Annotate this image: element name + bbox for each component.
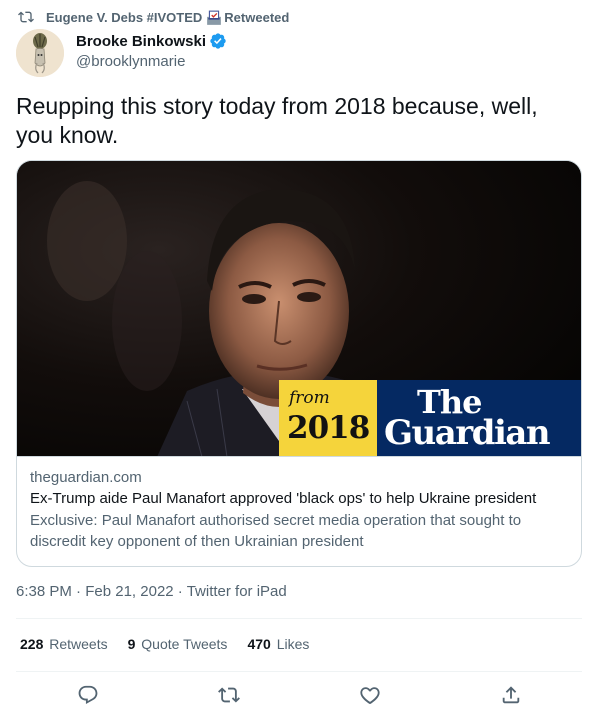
meta-separator: · xyxy=(177,583,183,600)
retweet-attribution: Eugene V. Debs #IVOTED Retweeted xyxy=(18,8,289,26)
share-button[interactable] xyxy=(498,682,524,708)
reply-icon xyxy=(78,685,98,705)
guardian-logo: The Guardian xyxy=(377,380,581,456)
divider xyxy=(16,618,582,619)
tweet-text: Reupping this story today from 2018 beca… xyxy=(16,93,538,148)
like-icon xyxy=(360,687,380,705)
from-year-badge: from 2018 xyxy=(279,380,377,456)
ballot-box-icon xyxy=(206,10,222,25)
avatar[interactable] xyxy=(16,29,64,77)
retweeted-label: Retweeted xyxy=(224,9,290,25)
retweets-count: 228 xyxy=(20,636,44,652)
tweet-date[interactable]: Feb 21, 2022 xyxy=(85,583,173,600)
retweets-stat[interactable]: 228 Retweets xyxy=(20,636,108,652)
quote-tweets-stat[interactable]: 9 Quote Tweets xyxy=(128,636,228,652)
author-display-name[interactable]: Brooke Binkowski xyxy=(76,32,227,50)
action-bar xyxy=(0,682,598,708)
tweet-author: Brooke Binkowski @brooklynmarie xyxy=(16,29,227,77)
quotes-label: Quote Tweets xyxy=(141,636,228,652)
meta-separator: · xyxy=(76,583,82,600)
author-handle[interactable]: @brooklynmarie xyxy=(76,53,227,70)
share-icon xyxy=(502,686,520,704)
retweeter-name-prefix[interactable]: Eugene V. Debs #IVOTED xyxy=(46,10,202,25)
retweet-icon xyxy=(18,11,34,23)
from-label: from xyxy=(289,388,330,408)
likes-label: Likes xyxy=(276,636,310,652)
link-preview-card[interactable]: from 2018 The Guardian theguardian.com E… xyxy=(16,160,582,567)
card-description: Exclusive: Paul Manafort authorised secr… xyxy=(30,512,522,550)
year-label: 2018 xyxy=(287,410,370,446)
card-image[interactable]: from 2018 The Guardian xyxy=(17,161,581,457)
engagement-stats: 228 Retweets 9 Quote Tweets 470 Likes xyxy=(20,636,329,652)
divider xyxy=(16,671,582,672)
verified-badge-icon xyxy=(210,33,226,49)
reply-button[interactable] xyxy=(75,682,101,708)
retweet-icon xyxy=(218,687,240,703)
card-body[interactable]: theguardian.com Ex-Trump aide Paul Manaf… xyxy=(17,457,581,552)
quotes-count: 9 xyxy=(127,636,136,652)
like-button[interactable] xyxy=(357,682,383,708)
card-domain: theguardian.com xyxy=(30,469,142,486)
author-name-text[interactable]: Brooke Binkowski xyxy=(76,33,206,50)
likes-count: 470 xyxy=(247,636,271,652)
retweet-button[interactable] xyxy=(216,682,242,708)
retweets-label: Retweets xyxy=(49,636,108,652)
card-title[interactable]: Ex-Trump aide Paul Manafort approved 'bl… xyxy=(30,489,568,509)
tweet-source[interactable]: Twitter for iPad xyxy=(187,583,287,600)
guardian-logo-line2: Guardian xyxy=(384,413,551,453)
tweet-time[interactable]: 6:38 PM xyxy=(16,583,72,600)
likes-stat[interactable]: 470 Likes xyxy=(247,636,309,652)
tweet-meta: 6:38 PM · Feb 21, 2022 · Twitter for iPa… xyxy=(16,583,287,600)
